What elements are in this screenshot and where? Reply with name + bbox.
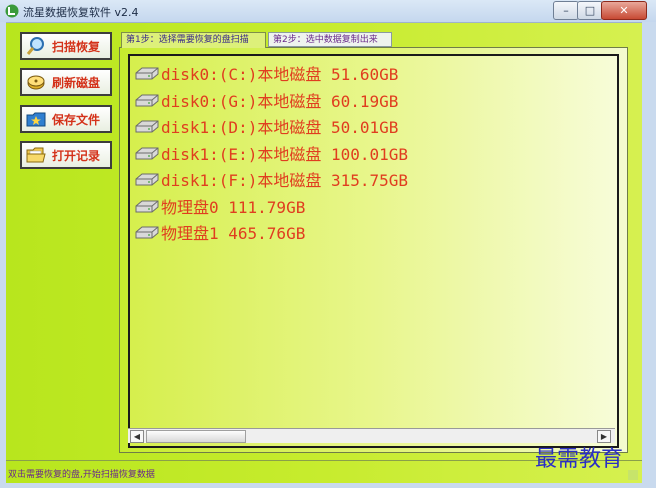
tab-step2[interactable]: 第2步：选中数据复制出来 (268, 32, 392, 47)
title-bar[interactable]: 流星数据恢复软件 v2.4 – □ ✕ (0, 0, 656, 23)
scroll-left-button[interactable]: ◀ (130, 430, 144, 443)
watermark: 最需教育 (535, 447, 624, 472)
open-record-label: 打开记录 (52, 148, 101, 163)
disk-item-label: disk1:(D:)本地磁盘 50.01GB (161, 118, 399, 138)
hard-disk-icon (135, 173, 159, 186)
status-text: 双击需要恢复的盘,开始扫描恢复数据 (8, 470, 155, 480)
scan-recover-button[interactable]: 扫描恢复 (20, 32, 112, 60)
scroll-thumb[interactable] (146, 430, 246, 443)
app-window: 流星数据恢复软件 v2.4 – □ ✕ 扫描恢复 刷新磁盘 保存文件 打开记录 … (0, 0, 656, 488)
disk-item[interactable]: disk1:(F:)本地磁盘 315.75GB (134, 166, 408, 193)
refresh-disk-label: 刷新磁盘 (52, 75, 101, 90)
tab-step1[interactable]: 第1步：选择需要恢复的盘扫描 (121, 32, 266, 48)
scan-recover-label: 扫描恢复 (52, 39, 101, 54)
magnifier-icon (26, 37, 44, 55)
disk-item[interactable]: 物理盘1 465.76GB (134, 219, 408, 246)
maximize-button[interactable]: □ (577, 1, 603, 20)
disk-item[interactable]: disk0:(G:)本地磁盘 60.19GB (134, 87, 408, 114)
hard-disk-icon (135, 200, 159, 213)
disk-item-label: 物理盘0 111.79GB (161, 197, 306, 217)
window-frame-bottom (0, 483, 656, 488)
folder-open-icon (26, 147, 46, 163)
disk-item[interactable]: disk0:(C:)本地磁盘 51.60GB (134, 60, 408, 87)
resize-grip[interactable] (628, 470, 638, 480)
disk-item-label: disk1:(F:)本地磁盘 315.75GB (161, 171, 409, 191)
disk-item[interactable]: disk1:(E:)本地磁盘 100.01GB (134, 140, 408, 167)
window-title: 流星数据恢复软件 v2.4 (23, 6, 139, 19)
close-button[interactable]: ✕ (601, 1, 647, 20)
save-file-button[interactable]: 保存文件 (20, 105, 112, 133)
open-record-button[interactable]: 打开记录 (20, 141, 112, 169)
disk-item-label: disk1:(E:)本地磁盘 100.01GB (161, 144, 409, 164)
disk-item-label: 物理盘1 465.76GB (161, 224, 306, 244)
disk-item[interactable]: 物理盘0 111.79GB (134, 193, 408, 220)
refresh-disk-button[interactable]: 刷新磁盘 (20, 68, 112, 96)
disk-item[interactable]: disk1:(D:)本地磁盘 50.01GB (134, 113, 408, 140)
hard-disk-icon (135, 94, 159, 107)
hard-disk-icon (135, 67, 159, 80)
disk-icon (27, 75, 45, 90)
hard-disk-icon (135, 226, 159, 239)
minimize-button[interactable]: – (553, 1, 579, 20)
window-frame-right (642, 22, 656, 488)
save-file-label: 保存文件 (52, 112, 101, 127)
disk-list-box[interactable]: disk0:(C:)本地磁盘 51.60GB disk0:(G:)本地磁盘 60.… (128, 54, 619, 448)
hard-disk-icon (135, 147, 159, 160)
app-icon (5, 4, 19, 18)
folder-star-icon (26, 112, 46, 127)
hard-disk-icon (135, 120, 159, 133)
disk-item-label: disk0:(C:)本地磁盘 51.60GB (161, 65, 399, 85)
disk-item-label: disk0:(G:)本地磁盘 60.19GB (161, 91, 399, 111)
disk-list: disk0:(C:)本地磁盘 51.60GB disk0:(G:)本地磁盘 60.… (134, 60, 408, 246)
